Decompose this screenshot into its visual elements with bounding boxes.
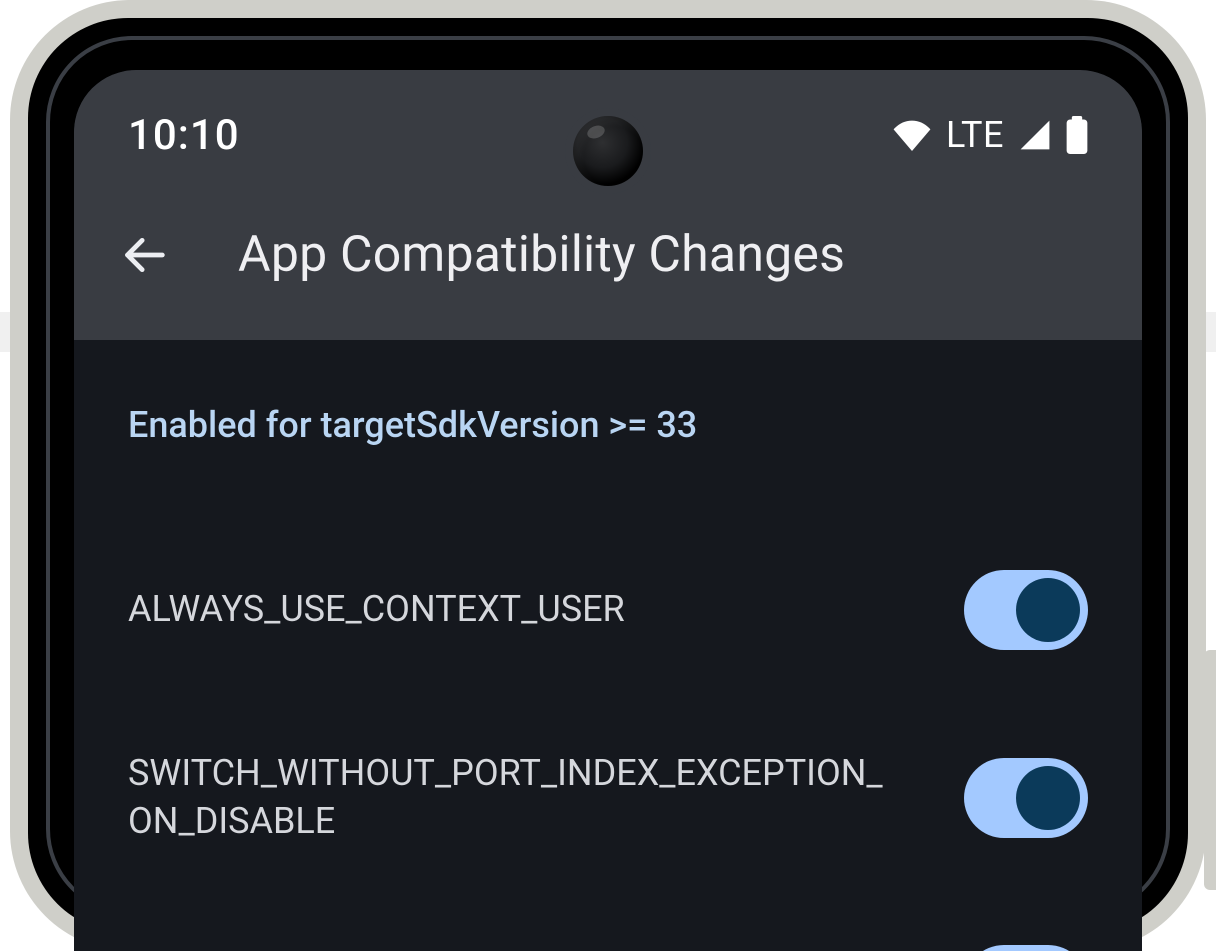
- setting-row-always-use-context-user[interactable]: ALWAYS_USE_CONTEXT_USER: [128, 520, 1088, 700]
- toggle-throw-on-invalid-priority[interactable]: [964, 945, 1088, 951]
- status-bar: 10:10 LTE: [74, 70, 1142, 180]
- network-type-label: LTE: [946, 114, 1004, 156]
- phone-top-rim: [160, 0, 1056, 12]
- page-title: App Compatibility Changes: [238, 226, 845, 284]
- toggle-thumb: [1016, 766, 1080, 830]
- wifi-icon: [892, 119, 932, 151]
- phone-frame: 10:10 LTE: [10, 0, 1206, 951]
- status-time: 10:10: [128, 111, 240, 160]
- top-panel: 10:10 LTE: [74, 70, 1142, 340]
- cellular-signal-icon: [1018, 119, 1052, 151]
- setting-label: ALWAYS_USE_CONTEXT_USER: [128, 586, 625, 634]
- status-right: LTE: [892, 114, 1088, 156]
- app-bar: App Compatibility Changes: [74, 180, 1142, 340]
- toggle-always-use-context-user[interactable]: [964, 570, 1088, 650]
- page: 10:10 LTE: [0, 0, 1216, 951]
- toggle-switch-without-port-index-exception[interactable]: [964, 758, 1088, 838]
- toggle-thumb: [1016, 578, 1080, 642]
- setting-row-throw-on-invalid-priority[interactable]: THROW_ON_INVALID_PRIORITY_VALUE: [128, 895, 1088, 951]
- back-button[interactable]: [120, 231, 168, 279]
- battery-icon: [1066, 116, 1088, 154]
- setting-label: SWITCH_WITHOUT_PORT_INDEX_EXCEPTION_ON_D…: [128, 750, 888, 845]
- setting-row-switch-without-port-index-exception[interactable]: SWITCH_WITHOUT_PORT_INDEX_EXCEPTION_ON_D…: [128, 700, 1088, 895]
- phone-screen: 10:10 LTE: [74, 70, 1142, 951]
- content-area[interactable]: Enabled for targetSdkVersion >= 33 ALWAY…: [74, 340, 1142, 951]
- arrow-back-icon: [122, 233, 166, 277]
- section-header: Enabled for targetSdkVersion >= 33: [128, 404, 1088, 446]
